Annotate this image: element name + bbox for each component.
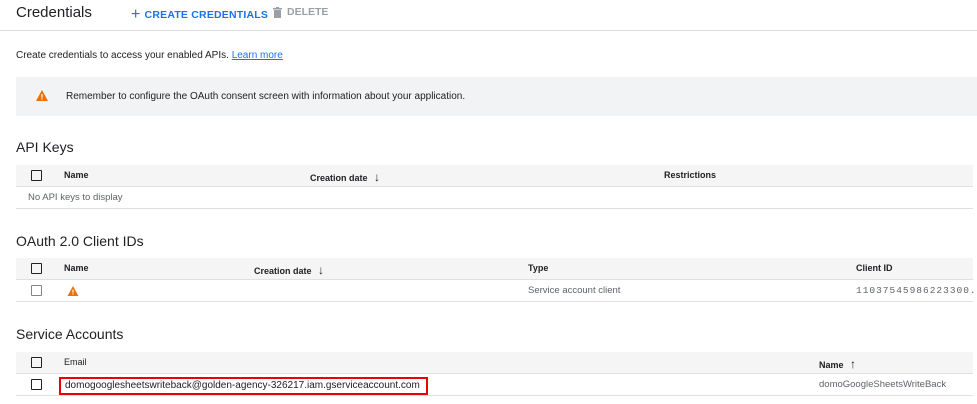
plus-icon: + xyxy=(131,6,141,23)
select-all-checkbox[interactable] xyxy=(31,170,42,181)
column-client-id: Client ID xyxy=(856,263,893,273)
arrow-down-icon: ↓ xyxy=(318,263,325,277)
warning-icon xyxy=(36,90,48,101)
table-row[interactable]: Service account client 11037545986223300… xyxy=(16,280,977,302)
column-name[interactable]: Name xyxy=(64,263,89,273)
learn-more-link[interactable]: Learn more xyxy=(232,50,283,61)
page-title: Credentials xyxy=(16,4,92,21)
page-header: Credentials + CREATE CREDENTIALS DELETE xyxy=(0,0,977,31)
arrow-up-icon: ↑ xyxy=(850,357,857,371)
empty-row: No API keys to display xyxy=(16,187,973,209)
type-cell: Service account client xyxy=(528,285,621,296)
column-name[interactable]: Name xyxy=(64,170,89,180)
name-cell: domoGoogleSheetsWriteBack xyxy=(819,379,947,390)
row-checkbox[interactable] xyxy=(31,379,42,390)
select-all-checkbox[interactable] xyxy=(31,263,42,274)
trash-icon xyxy=(273,6,282,18)
create-credentials-button[interactable]: + CREATE CREDENTIALS xyxy=(131,6,268,24)
intro-text: Create credentials to access your enable… xyxy=(16,50,283,61)
oauth-table-header: Name Creation date ↓ Type Client ID xyxy=(16,258,973,280)
column-restrictions: Restrictions xyxy=(664,170,717,180)
service-account-email-link[interactable]: domogooglesheetswriteback@golden-agency-… xyxy=(59,377,428,395)
column-name[interactable]: Name ↑ xyxy=(819,357,856,371)
oauth-heading: OAuth 2.0 Client IDs xyxy=(16,233,144,249)
arrow-down-icon: ↓ xyxy=(374,170,381,184)
oauth-warning-banner: Remember to configure the OAuth consent … xyxy=(16,77,977,116)
column-creation-date[interactable]: Creation date ↓ xyxy=(254,263,324,277)
api-keys-table-header: Name Creation date ↓ Restrictions xyxy=(16,165,973,187)
client-id-cell: 11037545986223300... xyxy=(856,285,977,296)
warning-icon xyxy=(67,286,79,296)
row-checkbox[interactable] xyxy=(31,285,42,296)
service-accounts-table-header: Email Name ↑ xyxy=(16,352,973,374)
banner-message: Remember to configure the OAuth consent … xyxy=(66,91,466,102)
select-all-checkbox[interactable] xyxy=(31,357,42,368)
api-keys-heading: API Keys xyxy=(16,139,74,155)
column-type: Type xyxy=(528,263,549,273)
column-email[interactable]: Email xyxy=(64,357,87,367)
delete-button[interactable]: DELETE xyxy=(273,6,328,18)
column-creation-date[interactable]: Creation date ↓ xyxy=(310,170,380,184)
service-accounts-heading: Service Accounts xyxy=(16,326,124,342)
